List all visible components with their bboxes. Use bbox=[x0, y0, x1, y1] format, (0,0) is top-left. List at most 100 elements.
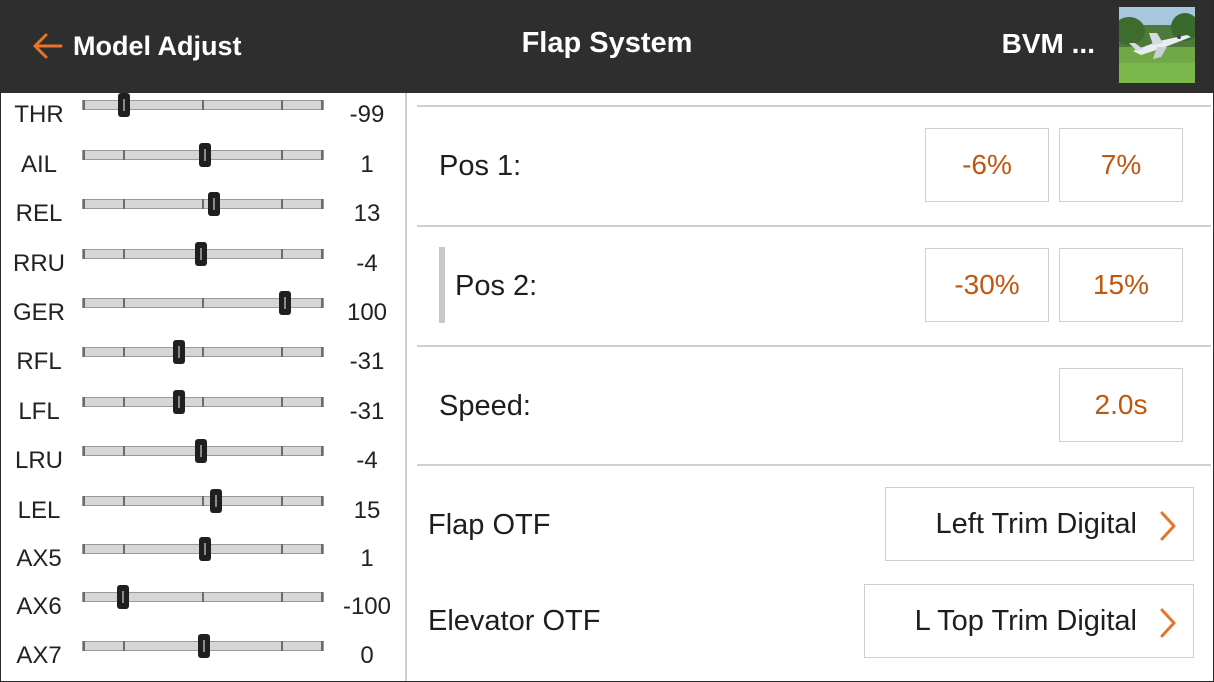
bar-tick bbox=[281, 100, 283, 110]
channel-name: AIL bbox=[20, 151, 58, 178]
channel-value: -99 bbox=[349, 101, 385, 128]
bar-tick bbox=[202, 298, 204, 308]
bar-tick bbox=[83, 641, 85, 651]
channel-name: REL bbox=[15, 200, 63, 227]
row-divider bbox=[417, 225, 1211, 227]
channel-value: 1 bbox=[360, 151, 374, 178]
bar-tick bbox=[281, 496, 283, 506]
channel-bar bbox=[82, 340, 324, 364]
bar-tick bbox=[83, 397, 85, 407]
channel-position-marker bbox=[117, 585, 129, 609]
channel-position-marker bbox=[198, 634, 210, 658]
channel-position-marker bbox=[208, 192, 220, 216]
bar-tick bbox=[83, 446, 85, 456]
channel-bar bbox=[82, 439, 324, 463]
flap-otf-label: Flap OTF bbox=[428, 509, 551, 541]
pos2-label: Pos 2: bbox=[455, 270, 538, 302]
bar-tick bbox=[123, 249, 125, 259]
bar-tick bbox=[321, 199, 323, 209]
flap-otf-value: Left Trim Digital bbox=[935, 507, 1137, 540]
selected-row-indicator bbox=[439, 247, 445, 323]
bar-tick bbox=[123, 544, 125, 554]
bar-tick bbox=[202, 397, 204, 407]
channel-name: AX6 bbox=[16, 593, 62, 620]
channel-position-marker bbox=[199, 143, 211, 167]
channel-value: 1 bbox=[360, 545, 374, 572]
channel-row: LRU -4 bbox=[1, 439, 405, 490]
pos1-flap-value[interactable]: -6% bbox=[925, 128, 1049, 202]
channel-name: GER bbox=[12, 299, 65, 326]
bar-tick bbox=[123, 199, 125, 209]
channel-value: -31 bbox=[349, 348, 385, 375]
channel-name: AX5 bbox=[16, 545, 62, 572]
channel-position-marker bbox=[279, 291, 291, 315]
pos2-elevator-value[interactable]: 15% bbox=[1059, 248, 1183, 322]
speed-value[interactable]: 2.0s bbox=[1059, 368, 1183, 442]
bar-tick bbox=[321, 397, 323, 407]
pos1-label: Pos 1: bbox=[439, 150, 522, 182]
bar-tick bbox=[123, 397, 125, 407]
channel-bar bbox=[82, 585, 324, 609]
bar-tick bbox=[321, 347, 323, 357]
channel-row: LEL 15 bbox=[1, 489, 405, 540]
pos1-elevator-value[interactable]: 7% bbox=[1059, 128, 1183, 202]
channel-value: -4 bbox=[356, 447, 378, 474]
channel-bar bbox=[82, 192, 324, 216]
channel-value: 15 bbox=[353, 497, 381, 524]
bar-tick bbox=[202, 199, 204, 209]
bar-tick bbox=[321, 641, 323, 651]
bar-tick bbox=[321, 100, 323, 110]
bar-tick bbox=[321, 446, 323, 456]
bar-tick bbox=[83, 496, 85, 506]
jet-photo-image bbox=[1119, 7, 1195, 83]
bar-tick bbox=[321, 249, 323, 259]
bar-tick bbox=[281, 199, 283, 209]
bar-tick bbox=[123, 298, 125, 308]
channel-position-marker bbox=[210, 489, 222, 513]
channel-bar bbox=[82, 143, 324, 167]
flap-otf-select[interactable]: Left Trim Digital bbox=[885, 487, 1194, 561]
bar-tick bbox=[321, 298, 323, 308]
channel-bar bbox=[82, 634, 324, 658]
bar-tick bbox=[202, 496, 204, 506]
channel-bar bbox=[82, 291, 324, 315]
channel-row: AX5 1 bbox=[1, 537, 405, 588]
chevron-right-icon bbox=[1160, 608, 1176, 638]
channel-name: LRU bbox=[14, 447, 63, 474]
bar-tick bbox=[123, 641, 125, 651]
channel-value: 100 bbox=[346, 299, 388, 326]
model-image[interactable] bbox=[1119, 7, 1195, 83]
channel-bar bbox=[82, 537, 324, 561]
channel-row: AIL 1 bbox=[1, 143, 405, 194]
bar-tick bbox=[321, 544, 323, 554]
channel-name: RRU bbox=[13, 250, 65, 277]
channel-row: RFL -31 bbox=[1, 340, 405, 391]
channel-position-marker bbox=[173, 390, 185, 414]
bar-tick bbox=[83, 347, 85, 357]
bar-tick bbox=[123, 150, 125, 160]
bar-tick bbox=[281, 249, 283, 259]
model-name[interactable]: BVM ... bbox=[1002, 28, 1095, 60]
channel-value: -4 bbox=[356, 250, 378, 277]
row-divider bbox=[417, 345, 1211, 347]
channel-position-marker bbox=[118, 93, 130, 117]
bar-tick bbox=[83, 100, 85, 110]
pos2-flap-value[interactable]: -30% bbox=[925, 248, 1049, 322]
speed-label: Speed: bbox=[439, 390, 531, 422]
top-bar: Model Adjust Flap System BVM ... bbox=[1, 1, 1213, 93]
channel-row: AX7 0 bbox=[1, 634, 405, 681]
bar-tick bbox=[83, 298, 85, 308]
channel-monitor: THR -99 AIL 1 REL 13 RRU -4 GER 100 RFL -31 LFL -31 LR… bbox=[1, 93, 405, 681]
bar-tick bbox=[321, 150, 323, 160]
channel-row: REL 13 bbox=[1, 192, 405, 243]
row-divider bbox=[417, 464, 1211, 466]
channel-bar bbox=[82, 242, 324, 266]
bar-tick bbox=[281, 544, 283, 554]
channel-position-marker bbox=[195, 439, 207, 463]
elevator-otf-select[interactable]: L Top Trim Digital bbox=[864, 584, 1194, 658]
bar-tick bbox=[321, 496, 323, 506]
channel-row: GER 100 bbox=[1, 291, 405, 342]
bar-tick bbox=[83, 249, 85, 259]
channel-name: RFL bbox=[16, 348, 62, 375]
bar-tick bbox=[281, 641, 283, 651]
